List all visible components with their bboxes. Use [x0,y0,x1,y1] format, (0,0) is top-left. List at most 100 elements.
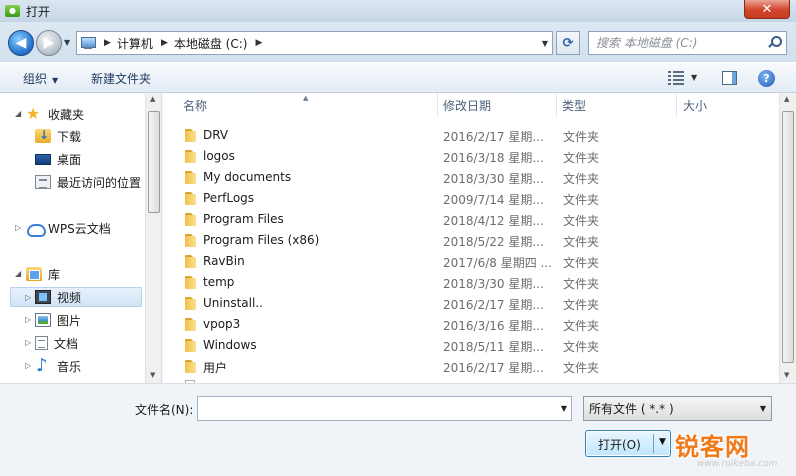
file-row-users[interactable]: 用户 2016/2/17 星期... 文件夹 [163,356,763,377]
sidebar-scrollbar[interactable]: ▲ ▼ [145,93,161,383]
sidebar-item-pictures[interactable]: 图片 [35,310,81,330]
expand-arrow-icon[interactable]: ▷ [25,338,31,347]
sidebar-item-label: 文档 [54,336,79,351]
file-type: 文件夹 [563,298,600,312]
file-row-my-documents[interactable]: My documents 2018/3/30 星期... 文件夹 [163,167,763,188]
scroll-down-icon[interactable]: ▼ [784,371,789,379]
file-row-ravbin[interactable]: RavBin 2017/6/8 星期四 ... 文件夹 [163,251,763,272]
file-date: 2017/6/8 星期四 ... [443,256,552,270]
file-date: 2016/3/18 星期... [443,151,544,165]
folder-icon [183,191,197,205]
back-button[interactable]: ◀ [8,30,34,56]
close-button[interactable]: ✕ [744,0,790,19]
search-input[interactable] [596,36,761,50]
sidebar-item-libraries[interactable]: 库 [26,264,60,284]
sort-ascending-icon: ▲ [303,94,309,102]
chevron-down-icon: ▼ [52,76,59,85]
chevron-down-icon[interactable]: ▼ [561,404,567,413]
column-header-date[interactable]: 修改日期 [438,93,557,117]
sidebar-item-downloads[interactable]: 下载 [35,126,81,146]
collapse-arrow-icon[interactable]: ◢ [15,269,21,278]
column-header-size[interactable]: 大小 [677,93,777,117]
file-type-filter[interactable]: 所有文件 ( *.* ) ▼ [583,396,772,421]
refresh-button[interactable]: ⟳ [556,31,580,55]
column-header-name[interactable]: 名称 ▲ [163,93,438,117]
file-name: Windows [203,338,257,352]
chevron-down-icon: ▼ [759,404,766,413]
file-list-scrollbar[interactable]: ▲ ▼ [779,93,796,383]
column-header-label: 名称 [183,98,208,113]
address-dropdown-icon[interactable]: ▼ [542,39,548,48]
sidebar-item-videos[interactable]: ▷ 视频 [10,287,142,307]
address-bar[interactable]: ▶ 计算机 ▶ 本地磁盘 (C:) ▶ ▼ [76,31,553,55]
back-arrow-icon: ◀ [15,35,27,51]
file-type: 文件夹 [563,340,600,354]
folder-icon [183,233,197,247]
open-options-dropdown-icon[interactable]: ▼ [659,437,666,447]
expand-arrow-icon[interactable]: ▷ [25,293,31,302]
file-name: logos [203,149,235,163]
file-date: 2016/2/17 星期... [443,130,544,144]
view-options-icon[interactable] [668,71,684,85]
file-name: vpop3 [203,317,241,331]
sidebar-item-desktop[interactable]: 桌面 [35,149,81,169]
breadcrumb-computer[interactable]: 计算机 [117,35,153,52]
file-row-vpop3[interactable]: vpop3 2016/3/16 星期... 文件夹 [163,314,763,335]
expand-arrow-icon[interactable]: ▷ [25,361,31,370]
file-row-program-files-x86[interactable]: Program Files (x86) 2018/5/22 星期... 文件夹 [163,230,763,251]
new-folder-button[interactable]: 新建文件夹 [91,70,151,87]
file-row-program-files[interactable]: Program Files 2018/4/12 星期... 文件夹 [163,209,763,230]
window-title: 打开 [26,4,51,19]
expand-arrow-icon[interactable]: ▷ [15,223,21,232]
help-icon[interactable]: ? [758,70,775,87]
folder-icon [183,149,197,163]
search-box[interactable] [588,31,787,55]
file-date: 2016/2/17 星期... [443,298,544,312]
sidebar-item-documents[interactable]: 文档 [35,333,78,353]
file-row-logos[interactable]: logos 2016/3/18 星期... 文件夹 [163,146,763,167]
scroll-up-icon[interactable]: ▲ [150,95,155,103]
file-row-drv[interactable]: DRV 2016/2/17 星期... 文件夹 [163,125,763,146]
videos-icon [35,290,51,304]
scrollbar-thumb[interactable] [148,111,160,213]
filename-label: 文件名(N): [135,403,194,417]
split-divider [653,434,654,453]
breadcrumb-local-disk[interactable]: 本地磁盘 (C:) [174,35,248,52]
scrollbar-thumb[interactable] [782,111,794,363]
sidebar-item-music[interactable]: 音乐 [35,355,81,376]
expand-arrow-icon[interactable]: ▷ [25,315,31,324]
view-dropdown-icon[interactable]: ▼ [691,73,697,82]
file-name: Program Files (x86) [203,233,320,247]
search-icon[interactable] [767,36,782,50]
collapse-arrow-icon[interactable]: ◢ [15,109,21,118]
sidebar-item-wps-cloud[interactable]: WPS云文档 [26,218,111,238]
file-type: 文件夹 [563,361,600,375]
recent-places-icon [35,175,51,189]
forward-arrow-icon: ▶ [43,35,55,51]
scroll-up-icon[interactable]: ▲ [784,95,789,103]
open-button[interactable]: 打开(O) ▼ [585,430,671,457]
preview-pane-icon[interactable] [722,71,737,85]
sidebar-item-favorites[interactable]: 收藏夹 [26,104,84,124]
file-type: 文件夹 [563,214,600,228]
chevron-right-icon[interactable]: ▶ [104,38,111,48]
file-date: 2018/5/11 星期... [443,340,544,354]
history-dropdown-icon[interactable]: ▼ [64,38,70,47]
forward-button[interactable]: ▶ [36,30,62,56]
file-row-uninstall[interactable]: Uninstall.. 2016/2/17 星期... 文件夹 [163,293,763,314]
filename-input[interactable] [198,397,548,420]
sidebar-item-label: 下载 [57,129,82,144]
file-name: RavBin [203,254,245,268]
sidebar-item-recent-places[interactable]: 最近访问的位置 [35,172,141,192]
file-row-perflogs[interactable]: PerfLogs 2009/7/14 星期... 文件夹 [163,188,763,209]
filename-combobox[interactable]: ▼ [197,396,572,421]
chevron-right-icon[interactable]: ▶ [255,38,262,48]
refresh-icon: ⟳ [562,35,574,51]
scroll-down-icon[interactable]: ▼ [150,371,155,379]
file-row-temp[interactable]: temp 2018/3/30 星期... 文件夹 [163,272,763,293]
file-row-windows[interactable]: Windows 2018/5/11 星期... 文件夹 [163,335,763,356]
chevron-right-icon[interactable]: ▶ [161,38,168,48]
column-header-type[interactable]: 类型 [557,93,677,117]
sidebar-item-label: 库 [48,267,61,282]
organize-button[interactable]: 组织 ▼ [23,70,58,87]
